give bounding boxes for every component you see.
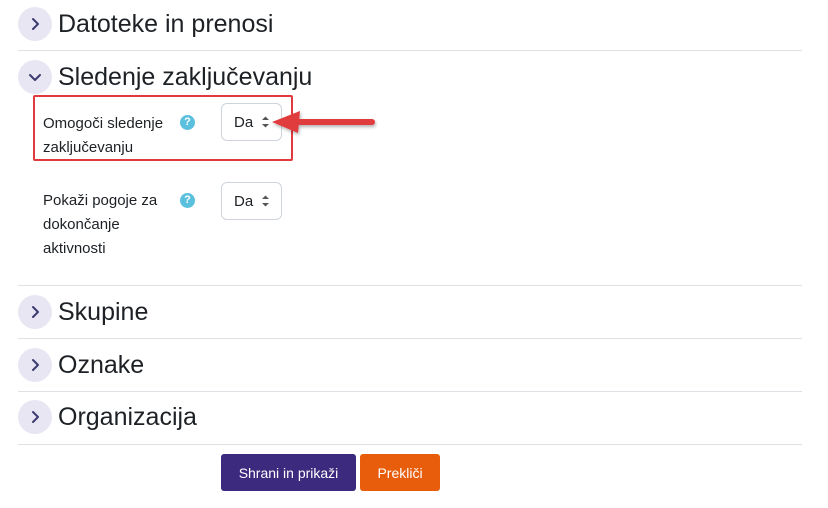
cancel-button[interactable]: Prekliči [360, 454, 440, 491]
chevron-right-icon[interactable] [18, 295, 52, 329]
divider [18, 338, 802, 339]
section-title-organization[interactable]: Organizacija [58, 400, 197, 434]
section-title-files[interactable]: Datoteke in prenosi [58, 7, 273, 41]
chevron-right-icon[interactable] [18, 7, 52, 41]
section-organization-header[interactable]: Organizacija [18, 399, 197, 435]
save-and-display-button[interactable]: Shrani in prikaži [221, 454, 356, 491]
divider [18, 444, 802, 445]
section-tags-header[interactable]: Oznake [18, 347, 144, 383]
section-title-tags[interactable]: Oznake [58, 348, 144, 382]
select-arrows-icon [262, 195, 269, 207]
section-completion-header[interactable]: Sledenje zaključevanju [18, 59, 312, 95]
help-icon[interactable]: ? [180, 193, 195, 208]
annotation-highlight-box [33, 95, 293, 161]
show-conditions-label-line1: Pokaži pogoje za [43, 192, 158, 209]
show-conditions-value: Da [234, 192, 254, 210]
section-files-header[interactable]: Datoteke in prenosi [18, 6, 273, 42]
section-title-completion[interactable]: Sledenje zaključevanju [58, 60, 312, 94]
show-conditions-label: Pokaži pogoje za dokončanje aktivnosti [43, 189, 178, 261]
chevron-down-icon[interactable] [18, 60, 52, 94]
section-groups-header[interactable]: Skupine [18, 294, 148, 330]
show-conditions-label-line2: dokončanje [43, 216, 120, 233]
divider [18, 50, 802, 51]
divider [18, 285, 802, 286]
chevron-right-icon[interactable] [18, 400, 52, 434]
divider [18, 391, 802, 392]
chevron-right-icon[interactable] [18, 348, 52, 382]
show-conditions-label-line3: aktivnosti [43, 240, 106, 257]
annotation-arrow-icon [272, 111, 375, 133]
show-conditions-select[interactable]: Da [221, 182, 282, 220]
section-title-groups[interactable]: Skupine [58, 295, 148, 329]
